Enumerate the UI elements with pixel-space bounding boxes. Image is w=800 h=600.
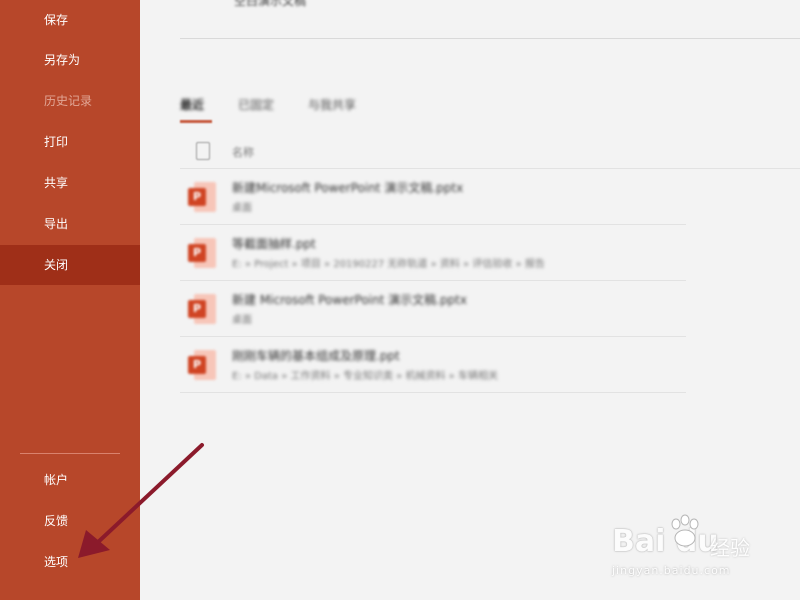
powerpoint-file-icon: P <box>188 294 216 324</box>
list-item[interactable]: P 新建 Microsoft PowerPoint 演示文稿.pptx 桌面 <box>180 281 686 337</box>
powerpoint-backstage: 保存 另存为 历史记录 打印 共享 导出 关闭 帐户 反馈 选项 空白演示文稿 … <box>0 0 800 600</box>
list-header: 名称 <box>180 138 800 169</box>
watermark-sub: 经验 <box>710 536 750 560</box>
blank-presentation-label[interactable]: 空白演示文稿 <box>234 0 306 9</box>
list-item[interactable]: P 等截面抽样.ppt E: » Project » 项目 » 20190227… <box>180 225 686 281</box>
sidebar-item-options[interactable]: 选项 <box>0 542 140 582</box>
sidebar-item-save[interactable]: 保存 <box>0 0 140 40</box>
sidebar-item-account[interactable]: 帐户 <box>0 460 140 500</box>
sidebar-item-print[interactable]: 打印 <box>0 122 140 162</box>
list-item[interactable]: P 刚刚车辆的基本组成及原理.ppt E: » Data » 工作资料 » 专业… <box>180 337 686 393</box>
recent-files-list: 名称 P 新建Microsoft PowerPoint 演示文稿.pptx 桌面… <box>180 138 800 393</box>
file-name: 等截面抽样.ppt <box>232 237 316 251</box>
tab-recent[interactable]: 最近 <box>180 96 204 113</box>
file-path: 桌面 <box>232 203 252 214</box>
sidebar-item-close[interactable]: 关闭 <box>0 245 140 285</box>
baidu-jingyan-watermark: Bai du 经验 jingyan.baidu.com <box>612 514 762 584</box>
file-name: 新建Microsoft PowerPoint 演示文稿.pptx <box>232 181 464 195</box>
paw-icon <box>671 514 699 547</box>
file-name: 刚刚车辆的基本组成及原理.ppt <box>232 349 400 363</box>
sidebar-divider <box>20 453 120 454</box>
tab-shared-with-me[interactable]: 与我共享 <box>308 96 356 113</box>
powerpoint-file-icon: P <box>188 238 216 268</box>
active-tab-underline <box>180 120 212 123</box>
backstage-main: 空白演示文稿 最近 已固定 与我共享 名称 P 新建Microsoft Powe… <box>140 0 800 600</box>
file-name: 新建 Microsoft PowerPoint 演示文稿.pptx <box>232 293 467 307</box>
sidebar-item-history[interactable]: 历史记录 <box>0 81 140 121</box>
sidebar-item-share[interactable]: 共享 <box>0 163 140 203</box>
file-path: E: » Project » 项目 » 20190227 无砟轨道 » 资料 »… <box>232 259 545 270</box>
powerpoint-file-icon: P <box>188 350 216 380</box>
watermark-url: jingyan.baidu.com <box>612 564 731 577</box>
sidebar-item-export[interactable]: 导出 <box>0 204 140 244</box>
document-icon <box>196 142 210 160</box>
file-path: E: » Data » 工作资料 » 专业知识类 » 机械资料 » 车辆相关 <box>232 371 498 382</box>
column-header-name[interactable]: 名称 <box>232 144 254 160</box>
top-divider <box>180 38 800 39</box>
backstage-sidebar: 保存 另存为 历史记录 打印 共享 导出 关闭 帐户 反馈 选项 <box>0 0 140 600</box>
list-item[interactable]: P 新建Microsoft PowerPoint 演示文稿.pptx 桌面 <box>180 169 686 225</box>
tab-pinned[interactable]: 已固定 <box>238 96 274 113</box>
sidebar-item-feedback[interactable]: 反馈 <box>0 501 140 541</box>
sidebar-item-save-as[interactable]: 另存为 <box>0 40 140 80</box>
watermark-logo: Bai du <box>612 524 719 559</box>
powerpoint-file-icon: P <box>188 182 216 212</box>
file-path: 桌面 <box>232 315 252 326</box>
